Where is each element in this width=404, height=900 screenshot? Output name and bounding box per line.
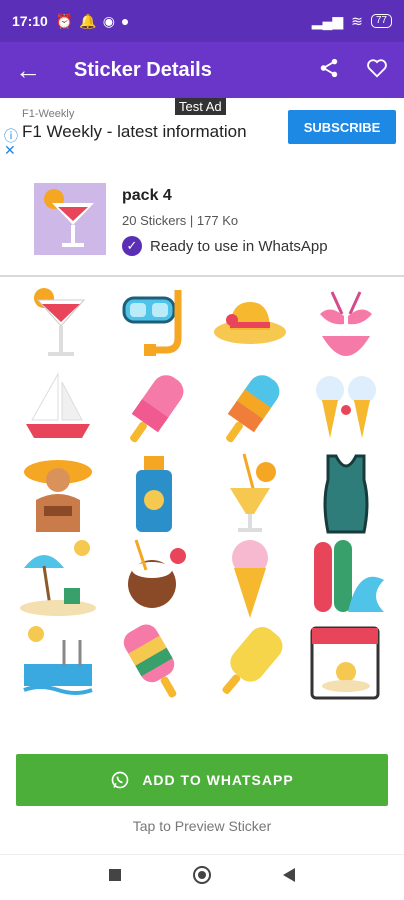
- pack-header: pack 4 20 Stickers | 177 Ko ✓ Ready to u…: [0, 165, 404, 273]
- sticker-sun-hat-icon[interactable]: [202, 284, 298, 368]
- check-circle-icon: ✓: [122, 236, 142, 256]
- back-nav-button[interactable]: [282, 867, 296, 888]
- messenger-icon: ◉: [102, 12, 115, 29]
- ad-headline: F1 Weekly - latest information: [22, 122, 247, 141]
- share-icon: [320, 58, 338, 77]
- pack-name: pack 4: [122, 187, 172, 204]
- add-to-whatsapp-label: ADD TO WHATSAPP: [142, 772, 294, 788]
- status-time: 17:10: [12, 13, 48, 29]
- favorite-button[interactable]: [366, 57, 388, 84]
- pack-meta: 20 Stickers | 177 Ko: [122, 213, 239, 228]
- square-icon: [109, 869, 121, 881]
- sticker-ice-cream-cone-icon[interactable]: [202, 536, 298, 620]
- sticker-surfboards-icon[interactable]: [298, 536, 394, 620]
- ad-subscribe-button[interactable]: SUBSCRIBE: [288, 110, 396, 144]
- sticker-ice-pop-orange-icon[interactable]: [202, 368, 298, 452]
- page-title: Sticker Details: [74, 58, 212, 81]
- signal-icon: ▂▄▆: [311, 12, 344, 29]
- sticker-swimsuit-icon[interactable]: [298, 452, 394, 536]
- battery-icon: 77: [370, 14, 392, 28]
- reddit-icon: ●: [120, 13, 130, 29]
- recents-button[interactable]: [108, 868, 122, 887]
- status-bar: 17:10 ⏰ 🔔 ◉ ● ▂▄▆ ≋ 77: [0, 0, 404, 42]
- sticker-woman-sunhat-icon[interactable]: [10, 452, 106, 536]
- sticker-coconut-drink-icon[interactable]: [106, 536, 202, 620]
- ad-advertiser: F1-Weekly: [22, 108, 75, 120]
- sticker-ice-pop-yellow-icon[interactable]: [202, 620, 298, 704]
- status-notification-icons: ⏰ 🔔 ◉ ●: [56, 13, 130, 30]
- divider: [0, 275, 404, 277]
- sticker-grid: [0, 280, 404, 700]
- arrow-back-icon: ←: [15, 54, 41, 85]
- sticker-ice-cream-cones-icon[interactable]: [298, 368, 394, 452]
- sticker-ice-pop-pink-icon[interactable]: [106, 368, 202, 452]
- sticker-swimming-pool-icon[interactable]: [10, 620, 106, 704]
- preview-hint: Tap to Preview Sticker: [132, 818, 272, 834]
- sticker-beach-umbrella-icon[interactable]: [10, 536, 106, 620]
- share-button[interactable]: [318, 57, 340, 84]
- sticker-bikini-icon[interactable]: [298, 284, 394, 368]
- sticker-orange-juice-icon[interactable]: [202, 452, 298, 536]
- back-button[interactable]: ←: [0, 55, 56, 86]
- pack-status: ✓ Ready to use in WhatsApp: [122, 236, 328, 256]
- alarm-icon: ⏰: [55, 12, 74, 29]
- whatsapp-icon: [111, 771, 129, 789]
- home-button[interactable]: [192, 865, 212, 890]
- sticker-cocktail-icon[interactable]: [10, 284, 106, 368]
- sticker-snorkel-mask-icon[interactable]: [106, 284, 202, 368]
- wifi-icon: ≋: [351, 12, 363, 29]
- heart-icon: [367, 58, 387, 78]
- ad-test-label: Test Ad: [175, 98, 226, 115]
- circle-icon: [193, 866, 211, 884]
- close-icon[interactable]: ✕: [4, 142, 16, 159]
- bell-icon: 🔔: [79, 12, 97, 29]
- pack-status-text: Ready to use in WhatsApp: [150, 237, 328, 255]
- system-nav-bar: [0, 854, 404, 900]
- sticker-beach-calendar-icon[interactable]: [298, 620, 394, 704]
- triangle-back-icon: [283, 868, 295, 882]
- sticker-sailboat-icon[interactable]: [10, 368, 106, 452]
- ad-banner[interactable]: Test Ad F1-Weekly F1 Weekly - latest inf…: [0, 98, 404, 158]
- sticker-ice-pop-striped-icon[interactable]: [106, 620, 202, 704]
- app-bar: ← Sticker Details: [0, 42, 404, 98]
- sticker-sunscreen-icon[interactable]: [106, 452, 202, 536]
- add-to-whatsapp-button[interactable]: ADD TO WHATSAPP: [16, 754, 388, 806]
- pack-tray-image: [34, 183, 106, 255]
